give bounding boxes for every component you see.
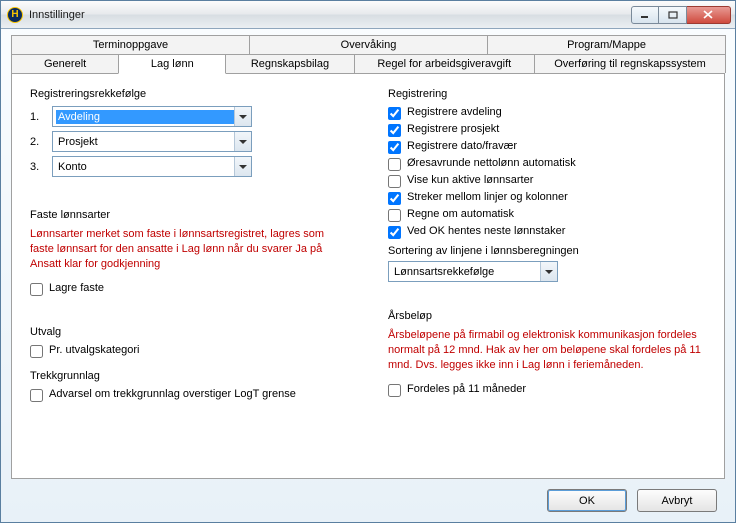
lagre-faste-label: Lagre faste: [49, 282, 348, 294]
order-row-1: 1. Avdeling: [30, 106, 348, 127]
chk-dato-label: Registrere dato/fravær: [407, 140, 706, 152]
chk-prosjekt[interactable]: [388, 124, 401, 137]
order-row-2: 2. Prosjekt: [30, 131, 348, 152]
order-row-3: 3. Konto: [30, 156, 348, 177]
app-icon: H: [7, 7, 23, 23]
order-combo-1-value: Avdeling: [56, 110, 234, 124]
tab-panel: Registreringsrekkefølge 1. Avdeling 2. P…: [11, 73, 725, 479]
content-area: Terminoppgave Overvåking Program/Mappe G…: [1, 29, 735, 522]
left-column: Registreringsrekkefølge 1. Avdeling 2. P…: [30, 88, 348, 405]
utvalg-label: Pr. utvalgskategori: [49, 344, 348, 356]
chk-streker[interactable]: [388, 192, 401, 205]
chk-oresavrunde-label: Øresavrunde nettolønn automatisk: [407, 157, 706, 169]
arsbelop-hint: Årsbeløpene på firmabil og elektronisk k…: [388, 328, 706, 373]
order-combo-2-value: Prosjekt: [56, 135, 234, 149]
utvalg-checkbox[interactable]: [30, 345, 43, 358]
chk-streker-label: Streker mellom linjer og kolonner: [407, 191, 706, 203]
chk-vise-aktive[interactable]: [388, 175, 401, 188]
faste-hint: Lønnsarter merket som faste i lønnsartsr…: [30, 227, 348, 272]
chk-vise-aktive-label: Vise kun aktive lønnsarter: [407, 174, 706, 186]
window-buttons: [631, 6, 731, 24]
chk-ved-ok-label: Ved OK hentes neste lønnstaker: [407, 225, 706, 237]
ok-button[interactable]: OK: [547, 489, 627, 512]
chk-prosjekt-label: Registrere prosjekt: [407, 123, 706, 135]
sort-combo-value: Lønnsartsrekkefølge: [392, 265, 540, 279]
order-combo-1[interactable]: Avdeling: [52, 106, 252, 127]
order-num-2: 2.: [30, 136, 52, 148]
order-num-1: 1.: [30, 111, 52, 123]
chevron-down-icon: [540, 262, 557, 281]
chk-regne-label: Regne om automatisk: [407, 208, 706, 220]
chk-regne[interactable]: [388, 209, 401, 222]
lagre-faste-checkbox[interactable]: [30, 283, 43, 296]
trekk-title: Trekkgrunnlag: [30, 370, 348, 382]
chk-fordeles[interactable]: [388, 384, 401, 397]
order-num-3: 3.: [30, 161, 52, 173]
cancel-button[interactable]: Avbryt: [637, 489, 717, 512]
chk-ved-ok[interactable]: [388, 226, 401, 239]
maximize-button[interactable]: [659, 6, 687, 24]
tab-row-bottom: Generelt Lag lønn Regnskapsbilag Regel f…: [11, 54, 725, 73]
right-column: Registrering Registrere avdeling Registr…: [388, 88, 706, 405]
order-combo-2[interactable]: Prosjekt: [52, 131, 252, 152]
trekk-label: Advarsel om trekkgrunnlag overstiger Log…: [49, 388, 348, 400]
trekk-checkbox[interactable]: [30, 389, 43, 402]
tab-regel-arbeidsgiveravgift[interactable]: Regel for arbeidsgiveravgift: [354, 54, 535, 73]
arsbelop-title: Årsbeløp: [388, 310, 706, 322]
chevron-down-icon: [234, 157, 251, 176]
registrering-title: Registrering: [388, 88, 706, 100]
tab-regnskapsbilag[interactable]: Regnskapsbilag: [225, 54, 354, 73]
tab-generelt[interactable]: Generelt: [11, 54, 119, 73]
window-title: Innstillinger: [29, 9, 85, 21]
tab-lag-lonn[interactable]: Lag lønn: [118, 54, 226, 74]
chk-dato[interactable]: [388, 141, 401, 154]
faste-group: Faste lønnsarter Lønnsarter merket som f…: [30, 209, 348, 296]
chk-avdeling[interactable]: [388, 107, 401, 120]
dialog-footer: OK Avbryt: [11, 479, 725, 512]
tab-terminoppgave[interactable]: Terminoppgave: [11, 35, 250, 54]
minimize-button[interactable]: [631, 6, 659, 24]
order-combo-3-value: Konto: [56, 160, 234, 174]
settings-window: H Innstillinger Terminoppgave Overvåking…: [0, 0, 736, 523]
reg-order-title: Registreringsrekkefølge: [30, 88, 348, 100]
chk-avdeling-label: Registrere avdeling: [407, 106, 706, 118]
sort-title: Sortering av linjene i lønnsberegningen: [388, 245, 706, 257]
tab-overforing-regnskap[interactable]: Overføring til regnskapssystem: [534, 54, 726, 73]
titlebar: H Innstillinger: [1, 1, 735, 29]
arsbelop-group: Årsbeløp Årsbeløpene på firmabil og elek…: [388, 310, 706, 397]
utvalg-title: Utvalg: [30, 326, 348, 338]
trekk-group: Trekkgrunnlag Advarsel om trekkgrunnlag …: [30, 370, 348, 402]
order-combo-3[interactable]: Konto: [52, 156, 252, 177]
tab-program-mappe[interactable]: Program/Mappe: [487, 35, 726, 54]
chk-oresavrunde[interactable]: [388, 158, 401, 171]
sort-group: Sortering av linjene i lønnsberegningen …: [388, 245, 706, 282]
chk-fordeles-label: Fordeles på 11 måneder: [407, 383, 706, 395]
tab-row-top: Terminoppgave Overvåking Program/Mappe: [11, 35, 725, 54]
chevron-down-icon: [234, 107, 251, 126]
sort-combo[interactable]: Lønnsartsrekkefølge: [388, 261, 558, 282]
utvalg-group: Utvalg Pr. utvalgskategori: [30, 326, 348, 358]
tab-overvaking[interactable]: Overvåking: [249, 35, 488, 54]
chevron-down-icon: [234, 132, 251, 151]
faste-title: Faste lønnsarter: [30, 209, 348, 221]
close-button[interactable]: [687, 6, 731, 24]
